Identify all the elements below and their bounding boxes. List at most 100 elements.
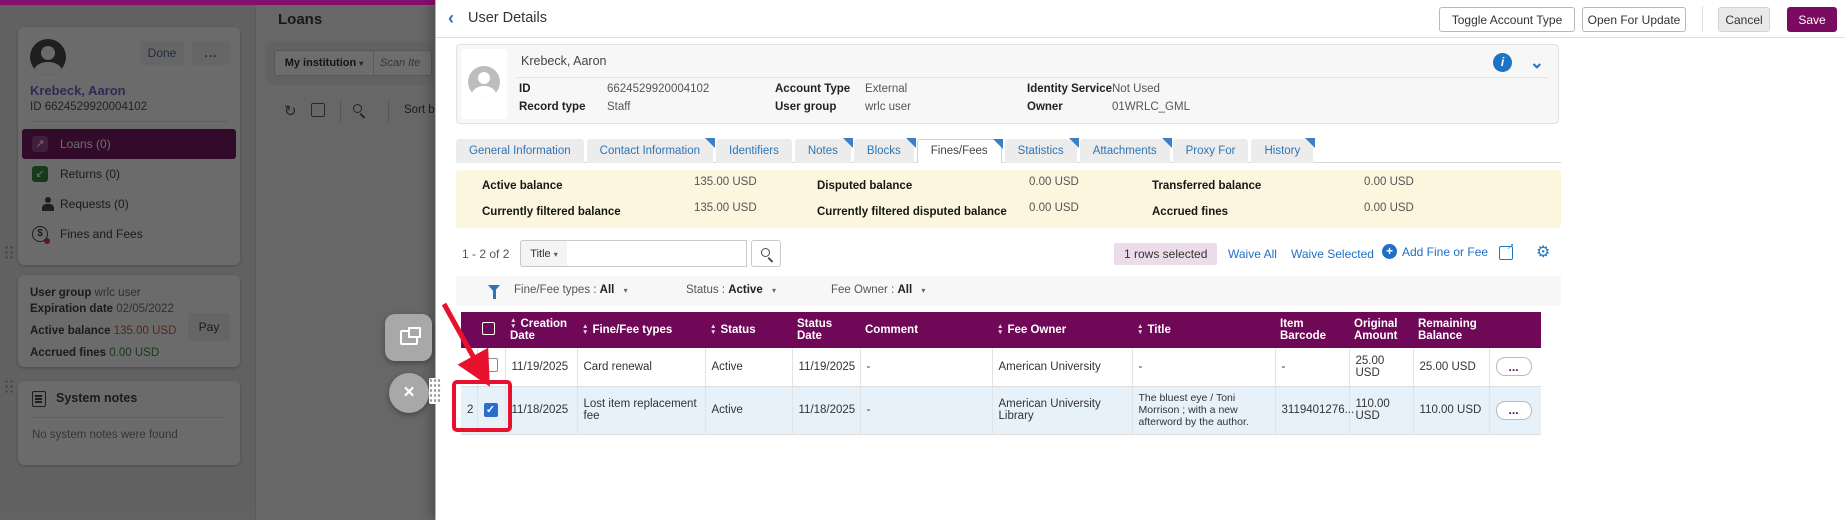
field-label: User group [775, 101, 836, 113]
caret-down-icon: ▾ [921, 286, 925, 295]
close-overlay-button[interactable]: × [389, 373, 429, 413]
balance-value: 135.00 USD [694, 202, 757, 214]
tab-identifiers[interactable]: Identifiers [716, 139, 792, 163]
tab-proxy-for[interactable]: Proxy For [1173, 139, 1249, 163]
add-fine-or-fee-button[interactable]: + Add Fine or Fee [1382, 244, 1488, 259]
back-button[interactable]: ‹ [448, 8, 454, 28]
tab-fines-fees[interactable]: Fines/Fees [917, 139, 1002, 163]
cell-remaining-balance-link[interactable]: 110.00 USD [1413, 386, 1489, 434]
balance-value: 0.00 USD [1029, 176, 1079, 188]
filter-fine-fee-types[interactable]: Fine/Fee types : All ▾ [514, 284, 628, 296]
tab-blocks[interactable]: Blocks [854, 139, 914, 163]
add-fine-or-fee-label: Add Fine or Fee [1402, 245, 1488, 259]
user-summary-card: Krebeck, Aaron ID 6624529920004102 Recor… [456, 44, 1559, 124]
balance-label: Active balance [482, 180, 563, 192]
sort-icon[interactable]: ▲▼ [582, 324, 588, 336]
cancel-button[interactable]: Cancel [1718, 7, 1770, 32]
sort-icon[interactable]: ▲▼ [1137, 324, 1143, 336]
filter-value: All [897, 284, 912, 296]
table-row: 1 11/19/2025 Card renewal Active 11/19/2… [461, 348, 1541, 386]
page-title: User Details [468, 10, 547, 26]
filter-value: Active [728, 284, 763, 296]
chevron-down-icon[interactable]: ⌄ [1530, 53, 1544, 73]
filter-funnel-icon[interactable] [488, 285, 500, 292]
col-status[interactable]: ▲▼Status [705, 312, 792, 348]
col-status-date: Status Date [792, 312, 860, 348]
caret-down-icon: ▾ [554, 250, 558, 259]
search-field-dropdown[interactable]: Title ▾ [520, 240, 568, 267]
row-actions-button[interactable]: ... [1496, 357, 1532, 376]
divider [517, 77, 1548, 78]
balance-value: 0.00 USD [1029, 202, 1079, 214]
filter-bar: Fine/Fee types : All ▾ Status : Active ▾… [456, 276, 1561, 306]
caret-down-icon: ▾ [624, 286, 628, 295]
cell-item-barcode: 3119401276... [1275, 386, 1349, 434]
expand-icon [400, 330, 418, 345]
field-value: External [865, 83, 907, 95]
user-details-panel: ‹ User Details Toggle Account Type Open … [435, 0, 1845, 520]
save-button[interactable]: Save [1787, 7, 1837, 32]
search-button[interactable] [751, 240, 781, 267]
tab-attachments[interactable]: Attachments [1080, 139, 1170, 163]
result-count: 1 - 2 of 2 [462, 247, 509, 261]
cell-title: The bluest eye / Toni Morrison ; with a … [1132, 386, 1275, 434]
tab-statistics[interactable]: Statistics [1005, 139, 1077, 163]
field-label: Owner [1027, 101, 1063, 113]
panel-header: ‹ User Details Toggle Account Type Open … [436, 0, 1845, 38]
search-icon [761, 248, 770, 257]
toggle-account-type-button[interactable]: Toggle Account Type [1439, 7, 1575, 32]
person-icon [468, 66, 500, 98]
balance-label: Disputed balance [817, 180, 912, 192]
cell-title: - [1132, 348, 1275, 386]
balance-label: Transferred balance [1152, 180, 1261, 192]
info-icon[interactable]: i [1493, 53, 1512, 72]
field-label: Identity Service [1027, 83, 1112, 95]
search-field-label: Title [530, 248, 550, 260]
sort-icon[interactable]: ▲▼ [997, 324, 1003, 336]
balance-value: 135.00 USD [694, 176, 757, 188]
rows-selected-badge: 1 rows selected [1114, 243, 1217, 265]
cell-remaining-balance-link[interactable]: 25.00 USD [1413, 348, 1489, 386]
field-value: Not Used [1112, 83, 1160, 95]
export-icon[interactable] [1499, 246, 1513, 260]
col-fee-owner[interactable]: ▲▼Fee Owner [992, 312, 1132, 348]
expand-window-button[interactable] [385, 314, 432, 361]
tab-notes[interactable]: Notes [795, 139, 851, 163]
filter-label: Status : [686, 284, 725, 296]
col-title[interactable]: ▲▼Title [1132, 312, 1275, 348]
caret-down-icon: ▾ [772, 286, 776, 295]
open-for-update-button[interactable]: Open For Update [1582, 7, 1686, 32]
balance-value: 0.00 USD [1364, 202, 1414, 214]
cell-fee-owner: American University [992, 348, 1132, 386]
tab-history[interactable]: History [1251, 139, 1313, 163]
modal-backdrop [0, 5, 435, 520]
cell-status-date: 11/19/2025 [792, 348, 860, 386]
balance-value: 0.00 USD [1364, 176, 1414, 188]
cell-status: Active [705, 348, 792, 386]
detail-tabs: General Information Contact Information … [456, 139, 1561, 163]
user-photo-placeholder [461, 49, 507, 119]
col-fine-fee-types[interactable]: ▲▼Fine/Fee types [577, 312, 705, 348]
waive-selected-link[interactable]: Waive Selected [1291, 247, 1374, 261]
filter-status[interactable]: Status : Active ▾ [686, 284, 776, 296]
filter-fee-owner[interactable]: Fee Owner : All ▾ [831, 284, 925, 296]
waive-all-link[interactable]: Waive All [1228, 247, 1277, 261]
tab-general-information[interactable]: General Information [456, 139, 584, 163]
user-summary-name: Krebeck, Aaron [521, 54, 606, 68]
cell-fee-owner: American University Library [992, 386, 1132, 434]
tab-contact-information[interactable]: Contact Information [587, 139, 713, 163]
filter-label: Fine/Fee types : [514, 284, 596, 296]
cell-status: Active [705, 386, 792, 434]
fines-search-input[interactable] [567, 240, 747, 267]
annotation-highlight-box [452, 380, 512, 432]
cell-fine-fee-type: Card renewal [577, 348, 705, 386]
col-original-amount: Original Amount [1349, 312, 1413, 348]
field-value: wrlc user [865, 101, 911, 113]
field-value: Staff [607, 101, 630, 113]
col-item-barcode: Item Barcode [1275, 312, 1349, 348]
gear-icon[interactable]: ⚙ [1536, 242, 1550, 262]
field-label: ID [519, 83, 531, 95]
row-actions-button[interactable]: ... [1496, 401, 1532, 420]
sort-icon[interactable]: ▲▼ [710, 324, 716, 336]
fines-table: ▲▼Creation Date ▲▼Fine/Fee types ▲▼Statu… [461, 312, 1541, 435]
